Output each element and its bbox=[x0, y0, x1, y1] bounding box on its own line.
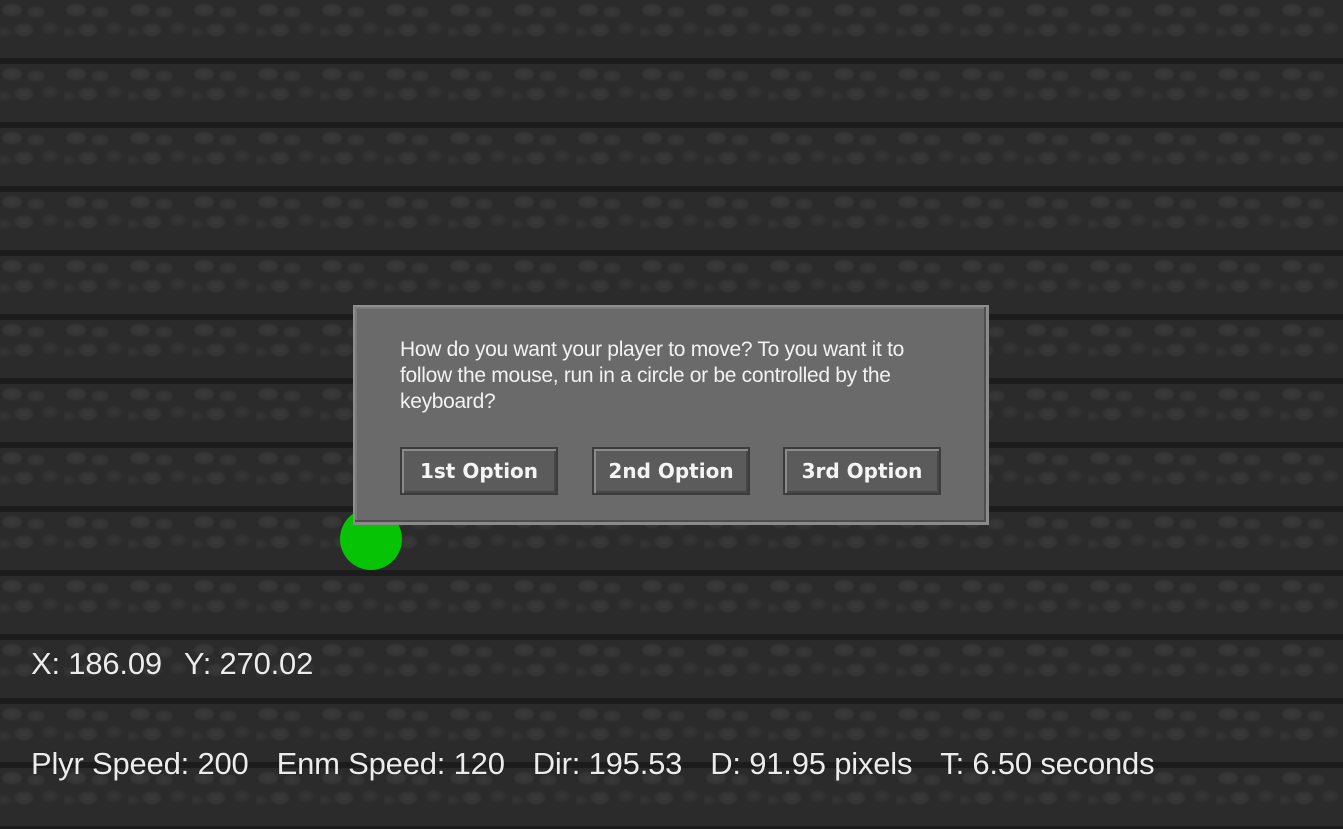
x-coordinate: X: 186.09 bbox=[31, 646, 162, 681]
player-speed: Plyr Speed: 200 bbox=[31, 746, 249, 781]
second-option-button[interactable]: 2nd Option bbox=[592, 447, 750, 495]
stats-readout: Plyr Speed: 200 Enm Speed: 120 Dir: 195.53… bbox=[31, 746, 1155, 782]
game-canvas[interactable]: How do you want your player to move? To … bbox=[0, 0, 1343, 829]
third-option-button[interactable]: 3rd Option bbox=[783, 447, 941, 495]
dialog-message: How do you want your player to move? To … bbox=[400, 338, 905, 413]
distance: D: 91.95 pixels bbox=[710, 746, 913, 781]
enemy-speed: Enm Speed: 120 bbox=[276, 746, 505, 781]
direction: Dir: 195.53 bbox=[532, 746, 683, 781]
movement-choice-dialog: How do you want your player to move? To … bbox=[353, 305, 989, 525]
elapsed-time: T: 6.50 seconds bbox=[940, 746, 1155, 781]
first-option-button[interactable]: 1st Option bbox=[400, 447, 558, 495]
y-coordinate: Y: 270.02 bbox=[183, 646, 314, 681]
position-readout: X: 186.09 Y: 270.02 bbox=[31, 646, 313, 682]
